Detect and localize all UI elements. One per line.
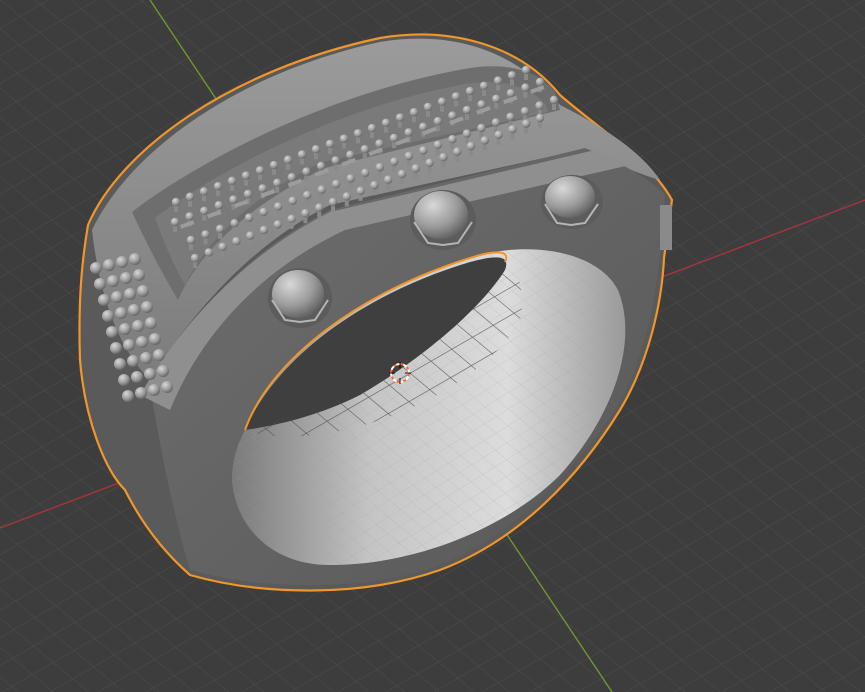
stone-setting-1 <box>268 268 332 328</box>
stone-setting-3 <box>541 175 603 229</box>
viewport-canvas[interactable] <box>0 0 865 692</box>
stone-setting-2 <box>410 190 476 250</box>
3d-viewport[interactable] <box>0 0 865 692</box>
right-edge-detail <box>660 205 672 250</box>
